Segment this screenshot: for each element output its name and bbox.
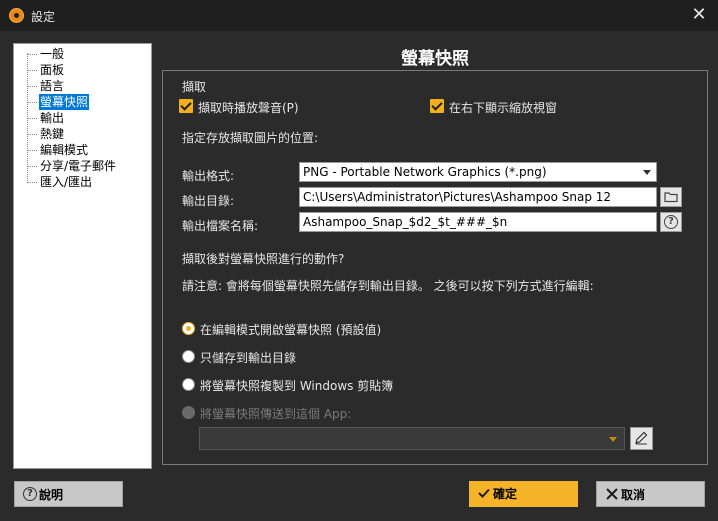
edit-app-button[interactable] [630,427,653,450]
nav-item-label: 編輯模式 [40,143,89,157]
app-logo-icon [9,8,24,23]
save-location-label: 指定存放擷取圖片的位置: [182,131,319,145]
cancel-button-label: 取消 [621,488,646,502]
play-sound-label[interactable]: 擷取時播放聲音(P) [198,99,299,116]
ok-button[interactable]: 確定 [469,481,578,507]
nav-item-label: 分享/電子郵件 [40,159,117,173]
ok-button-label: 確定 [493,487,518,501]
radio-copy-clipboard-label[interactable]: 將螢幕快照複製到 Windows 剪貼簿 [200,377,393,394]
nav-item-label: 螢幕快照 [39,94,90,110]
cancel-button[interactable]: 取消 [596,481,705,507]
app-select-dropdown [199,427,625,450]
output-filename-input[interactable]: Ashampoo_Snap_$d2_$t_###_$n [299,212,657,232]
browse-folder-button[interactable] [660,187,682,207]
nav-item-label: 面板 [40,63,65,77]
radio-open-edit-mode-label[interactable]: 在編輯模式開啟螢幕快照 (預設值) [200,321,381,338]
screenshot-settings-panel: 擷取 擷取時播放聲音(P) 在右下顯示縮放視窗 指定存放擷取圖片的位置: 輸出格… [162,70,708,465]
edit-note: 請注意: 會將每個螢幕快照先儲存到輸出目錄。 之後可以按下列方式進行編輯: [182,279,594,293]
window-title: 設定 [31,10,56,24]
output-format-label: 輸出格式: [182,169,235,183]
radio-send-to-app [182,406,195,419]
after-capture-label: 擷取後對螢幕快照進行的動作? [182,252,345,266]
radio-copy-clipboard[interactable] [182,378,195,391]
nav-item-label: 語言 [40,79,65,93]
output-filename-label: 輸出檔案名稱: [182,219,259,233]
show-zoom-label[interactable]: 在右下顯示縮放視窗 [449,99,557,116]
radio-save-only-label[interactable]: 只儲存到輸出目錄 [200,349,296,366]
radio-send-to-app-label: 將螢幕快照傳送到這個 App: [200,407,352,421]
help-button[interactable]: ? 說明 [14,481,123,507]
output-format-value: PNG - Portable Network Graphics (*.png) [303,165,547,179]
pencil-icon [635,431,648,445]
show-zoom-checkbox[interactable] [430,99,444,113]
filename-help-button[interactable]: ? [660,212,682,232]
nav-item-label: 輸出 [40,111,65,125]
capture-group-label: 擷取 [182,80,207,94]
close-icon [606,488,618,500]
nav-item-label: 匯入/匯出 [40,175,93,189]
settings-nav-tree[interactable]: 一般 面板 語言 螢幕快照 輸出 熱鍵 編輯模式 分享/電子郵件 匯入/匯出 [13,43,152,469]
output-dir-label: 輸出目錄: [182,194,235,208]
chevron-down-icon [643,170,651,175]
nav-item-label: 熱鍵 [40,127,65,141]
help-button-label: 說明 [39,488,64,502]
chevron-down-icon [609,437,617,442]
radio-open-edit-mode[interactable] [182,322,195,335]
title-bar: 設定 ✕ [0,0,718,31]
close-icon[interactable]: ✕ [688,3,710,27]
nav-item-label: 一般 [40,47,65,61]
check-icon [478,488,490,498]
radio-save-only[interactable] [182,350,195,363]
output-format-select[interactable]: PNG - Portable Network Graphics (*.png) [299,162,657,182]
help-icon: ? [664,215,678,229]
page-title: 螢幕快照 [401,49,469,69]
play-sound-checkbox[interactable] [179,99,193,113]
output-dir-input[interactable]: C:\Users\Administrator\Pictures\Ashampoo… [299,187,657,207]
help-icon: ? [23,487,37,501]
folder-icon [664,192,678,203]
